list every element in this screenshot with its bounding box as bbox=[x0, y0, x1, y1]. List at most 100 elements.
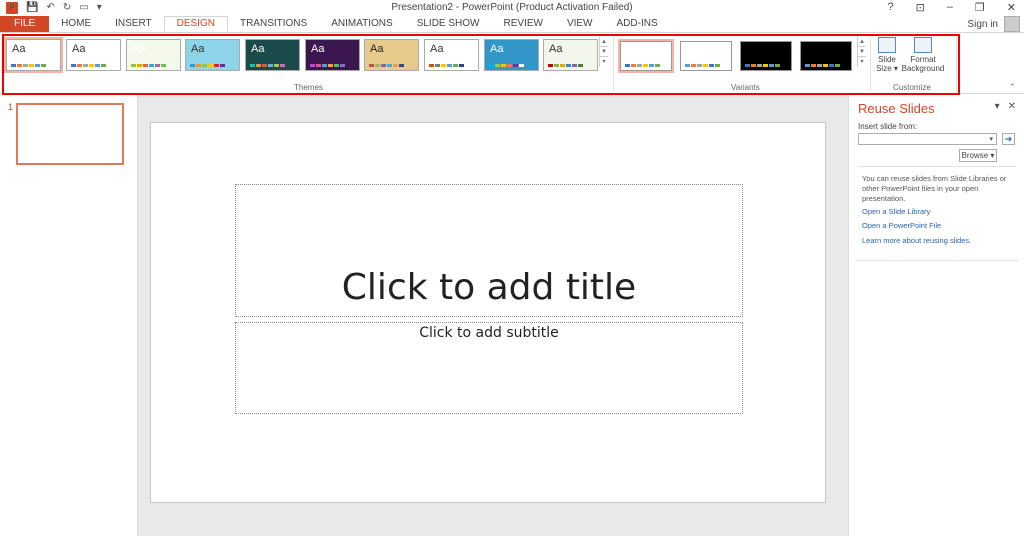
theme-color-swatches bbox=[250, 64, 285, 67]
learn-more-link[interactable]: Learn more about reusing slides. bbox=[862, 236, 971, 245]
group-separator bbox=[613, 37, 614, 91]
slide-size-icon bbox=[878, 37, 896, 53]
title-bar: P 💾 ↶ ↻ ▭ ▾ Presentation2 - PowerPoint (… bbox=[0, 0, 1024, 16]
gallery-more-icon[interactable]: ▾ bbox=[600, 57, 608, 67]
theme-thumbnail[interactable]: Aa bbox=[484, 39, 539, 71]
title-placeholder-text: Click to add title bbox=[341, 267, 637, 308]
theme-thumbnail[interactable]: Aa bbox=[66, 39, 121, 71]
group-separator bbox=[870, 37, 871, 91]
theme-color-swatches bbox=[310, 64, 345, 67]
scroll-down-icon[interactable]: ▼ bbox=[858, 47, 866, 57]
insert-from-combo[interactable]: ▾ bbox=[858, 133, 997, 145]
slide-thumbnail[interactable] bbox=[16, 103, 124, 165]
theme-color-swatches bbox=[369, 64, 404, 67]
close-icon[interactable]: ✕ bbox=[1007, 1, 1016, 14]
slide-size-button[interactable]: Slide Size ▾ bbox=[874, 37, 900, 73]
chevron-down-icon[interactable]: ▾ bbox=[989, 134, 993, 145]
theme-color-swatches bbox=[429, 64, 464, 67]
tab-add-ins[interactable]: ADD-INS bbox=[605, 16, 670, 32]
slide-size-label: Slide Size ▾ bbox=[876, 55, 898, 73]
signin-area[interactable]: Sign in bbox=[967, 16, 1020, 32]
theme-thumbnail[interactable]: Aa bbox=[364, 39, 419, 71]
theme-thumbnail[interactable]: Aa bbox=[424, 39, 479, 71]
subtitle-placeholder-text: Click to add subtitle bbox=[419, 325, 559, 341]
variant-thumbnail[interactable] bbox=[680, 41, 732, 71]
theme-sample-text: Aa bbox=[490, 43, 504, 55]
variants-group-label: Variants bbox=[731, 83, 760, 92]
theme-color-swatches bbox=[11, 64, 46, 67]
theme-color-swatches bbox=[131, 64, 166, 67]
variant-thumbnail[interactable] bbox=[800, 41, 852, 71]
theme-sample-text: Aa bbox=[251, 43, 265, 55]
ribbon-display-options-icon[interactable]: ⊡ bbox=[916, 1, 925, 14]
slide-thumbnails-pane: 1 bbox=[0, 95, 138, 536]
variant-color-swatches bbox=[685, 64, 720, 67]
theme-sample-text: Aa bbox=[191, 43, 205, 55]
scroll-up-icon[interactable]: ▲ bbox=[858, 37, 866, 47]
theme-sample-text: Aa bbox=[370, 43, 384, 55]
themes-gallery-scroll[interactable]: ▲ ▼ ▾ bbox=[599, 37, 608, 67]
pane-controls: ▾ ✕ bbox=[995, 101, 1016, 112]
variant-thumbnail[interactable] bbox=[740, 41, 792, 71]
tab-file[interactable]: FILE bbox=[0, 16, 50, 32]
tab-review[interactable]: REVIEW bbox=[491, 16, 554, 32]
customize-group-label: Customize bbox=[893, 83, 931, 92]
theme-sample-text: Aa bbox=[12, 43, 26, 55]
scroll-down-icon[interactable]: ▼ bbox=[600, 47, 608, 57]
variant-thumbnail[interactable] bbox=[618, 39, 674, 73]
format-background-label: Format Background bbox=[901, 55, 945, 73]
theme-sample-text: Aa bbox=[311, 43, 325, 55]
reuse-description: You can reuse slides from Slide Librarie… bbox=[862, 174, 1007, 203]
theme-sample-text: Aa bbox=[132, 43, 146, 55]
tab-animations[interactable]: ANIMATIONS bbox=[319, 16, 404, 32]
pane-options-icon[interactable]: ▾ bbox=[995, 101, 1000, 112]
tab-home[interactable]: HOME bbox=[49, 16, 103, 32]
title-placeholder[interactable]: Click to add title bbox=[235, 184, 743, 317]
tab-view[interactable]: VIEW bbox=[555, 16, 605, 32]
theme-thumbnail[interactable]: Aa bbox=[305, 39, 360, 71]
pane-title: Reuse Slides bbox=[858, 101, 935, 116]
help-icon[interactable]: ? bbox=[887, 1, 893, 14]
open-powerpoint-file-link[interactable]: Open a PowerPoint File bbox=[862, 221, 941, 230]
theme-thumbnail[interactable]: Aa bbox=[543, 39, 598, 71]
gallery-more-icon[interactable]: ▾ bbox=[858, 57, 866, 67]
theme-color-swatches bbox=[548, 64, 583, 67]
group-separator bbox=[956, 37, 957, 91]
tab-slide-show[interactable]: SLIDE SHOW bbox=[405, 16, 492, 32]
variant-color-swatches bbox=[625, 64, 660, 67]
theme-thumbnail[interactable]: Aa bbox=[185, 39, 240, 71]
signin-link[interactable]: Sign in bbox=[967, 19, 998, 30]
collapse-ribbon-icon[interactable]: ⌃ bbox=[1008, 82, 1016, 93]
avatar-icon[interactable] bbox=[1004, 16, 1020, 32]
minimize-icon[interactable]: – bbox=[947, 1, 953, 14]
tab-transitions[interactable]: TRANSITIONS bbox=[228, 16, 319, 32]
theme-thumbnail[interactable]: Aa bbox=[245, 39, 300, 71]
ribbon-tabs: FILE HOME INSERT DESIGN TRANSITIONS ANIMATION… bbox=[0, 16, 1024, 32]
window-title: Presentation2 - PowerPoint (Product Acti… bbox=[391, 2, 633, 13]
theme-thumbnail[interactable]: Aa bbox=[4, 37, 63, 73]
subtitle-placeholder[interactable]: Click to add subtitle bbox=[235, 322, 743, 414]
slide-canvas[interactable]: Click to add title Click to add subtitle bbox=[150, 122, 826, 503]
variants-gallery-scroll[interactable]: ▲ ▼ ▾ bbox=[857, 37, 866, 67]
tab-insert[interactable]: INSERT bbox=[103, 16, 164, 32]
go-arrow-button[interactable]: ➔ bbox=[1002, 133, 1015, 145]
open-slide-library-link[interactable]: Open a Slide Library bbox=[862, 207, 930, 216]
browse-button[interactable]: Browse ▾ bbox=[959, 149, 997, 162]
theme-color-swatches bbox=[489, 64, 524, 67]
window-buttons: ? ⊡ – ❐ ✕ bbox=[887, 1, 1016, 14]
variant-color-swatches bbox=[805, 64, 840, 67]
theme-sample-text: Aa bbox=[430, 43, 444, 55]
pane-divider bbox=[858, 166, 1016, 167]
theme-sample-text: Aa bbox=[72, 43, 86, 55]
restore-icon[interactable]: ❐ bbox=[975, 1, 985, 14]
design-ribbon: Themes ▲ ▼ ▾ Variants ▲ ▼ ▾ Slide Size ▾… bbox=[0, 32, 1024, 94]
themes-group-label: Themes bbox=[294, 83, 323, 92]
theme-thumbnail[interactable]: Aa bbox=[126, 39, 181, 71]
reuse-slides-pane: Reuse Slides ▾ ✕ Insert slide from: ▾ ➔ … bbox=[848, 95, 1024, 536]
scroll-up-icon[interactable]: ▲ bbox=[600, 37, 608, 47]
tab-design[interactable]: DESIGN bbox=[163, 16, 228, 32]
theme-color-swatches bbox=[71, 64, 106, 67]
format-background-button[interactable]: Format Background bbox=[901, 37, 945, 73]
close-pane-icon[interactable]: ✕ bbox=[1008, 101, 1016, 112]
insert-from-label: Insert slide from: bbox=[858, 122, 918, 131]
